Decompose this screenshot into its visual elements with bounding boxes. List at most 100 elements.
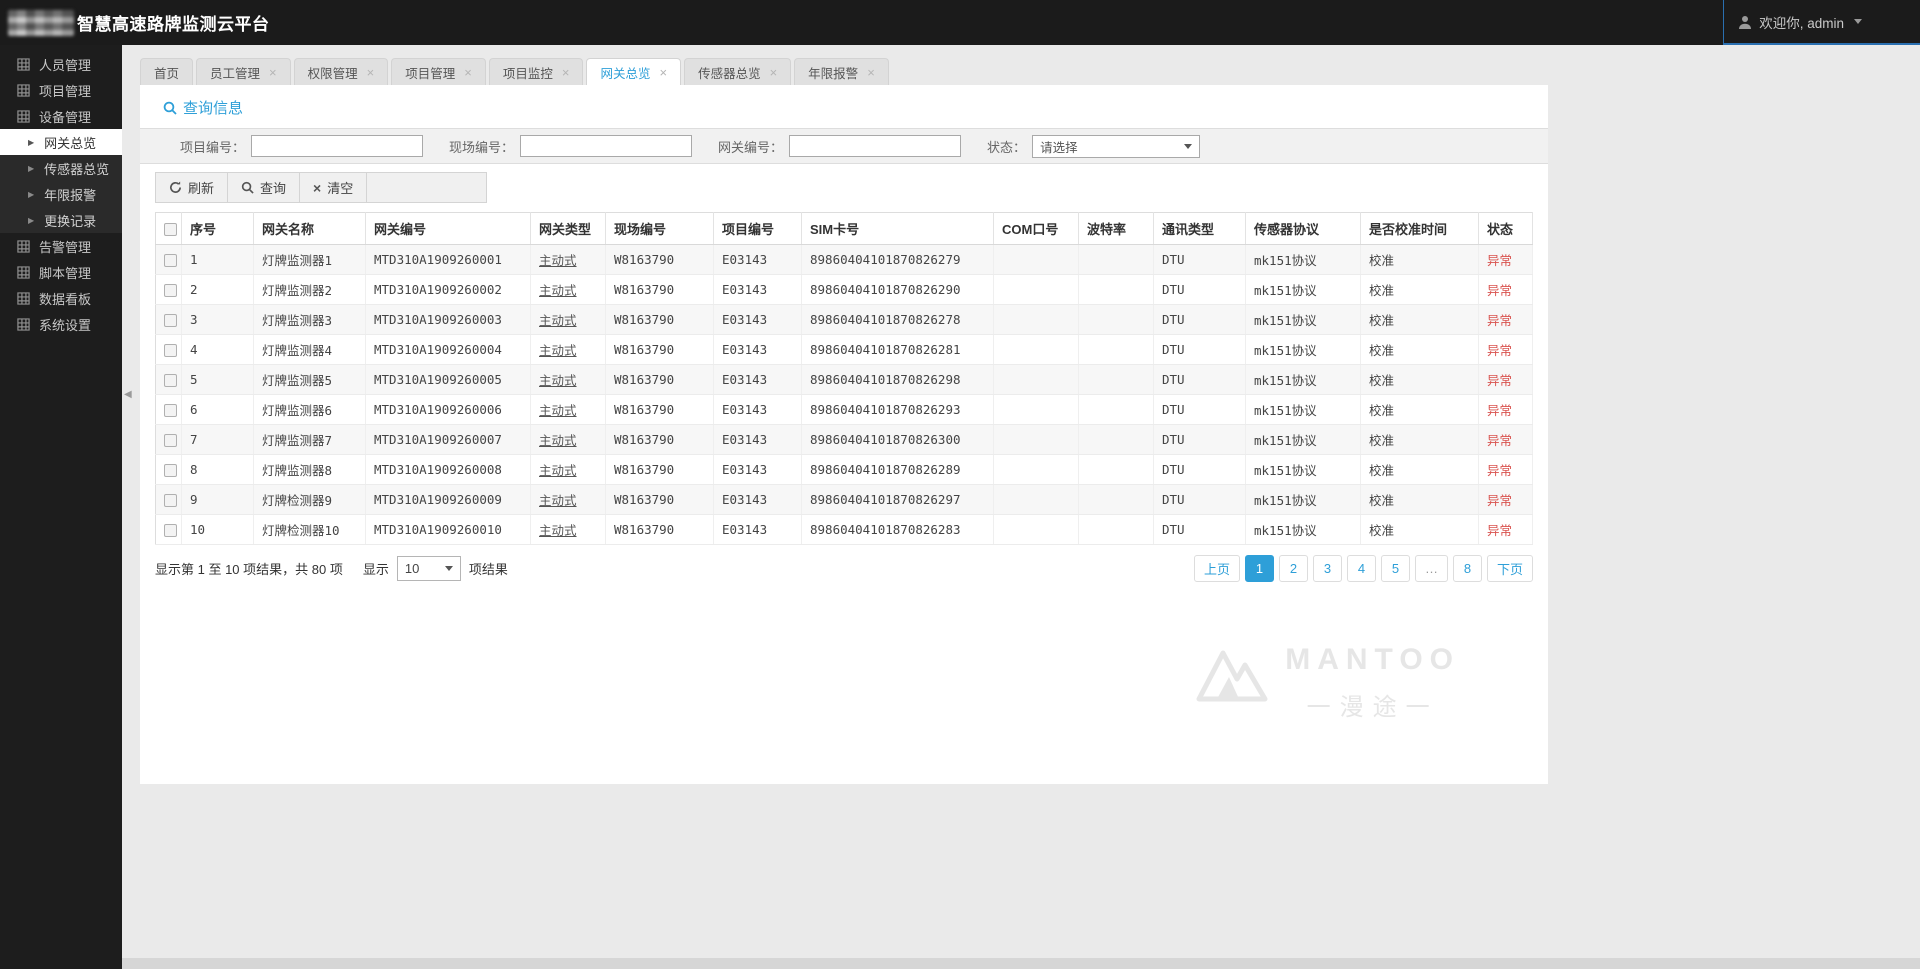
table-row: 6 灯牌监测器6 MTD310A1909260006 主动式 W8163790 E0314… bbox=[155, 394, 1533, 425]
redacted-logo bbox=[8, 9, 74, 36]
cell-site-no: W8163790 bbox=[605, 244, 714, 275]
cell-type[interactable]: 主动式 bbox=[530, 514, 606, 545]
close-icon[interactable]: × bbox=[867, 66, 875, 79]
close-icon[interactable]: × bbox=[770, 66, 778, 79]
row-checkbox[interactable] bbox=[164, 494, 177, 507]
row-checkbox[interactable] bbox=[164, 524, 177, 537]
cell-comm: DTU bbox=[1153, 334, 1246, 365]
cell-type[interactable]: 主动式 bbox=[530, 364, 606, 395]
tab-item[interactable]: 年限报警 × bbox=[794, 58, 889, 85]
row-checkbox[interactable] bbox=[164, 464, 177, 477]
page-size-prefix: 显示 bbox=[362, 562, 389, 577]
cell-type[interactable]: 主动式 bbox=[530, 424, 606, 455]
cell-gateway-no: MTD310A1909260008 bbox=[365, 454, 531, 485]
welcome-text: 欢迎你, admin bbox=[1759, 15, 1844, 31]
sidebar-item[interactable]: 脚本管理 bbox=[0, 259, 122, 285]
cell-type[interactable]: 主动式 bbox=[530, 244, 606, 275]
table-row: 2 灯牌监测器2 MTD310A1909260002 主动式 W8163790 E0314… bbox=[155, 274, 1533, 305]
search-button[interactable]: 查询 bbox=[228, 173, 301, 202]
mantoo-watermark: MANTOO 一漫途一 bbox=[1193, 643, 1460, 722]
row-checkbox[interactable] bbox=[164, 284, 177, 297]
row-checkbox-cell bbox=[155, 454, 182, 485]
row-checkbox[interactable] bbox=[164, 434, 177, 447]
cell-type[interactable]: 主动式 bbox=[530, 454, 606, 485]
page-button[interactable]: 2 bbox=[1278, 555, 1308, 582]
close-icon[interactable]: × bbox=[562, 66, 570, 79]
tab-active[interactable]: 网关总览 × bbox=[586, 58, 682, 85]
sidebar-collapse-handle[interactable]: ◀ bbox=[124, 389, 132, 400]
sidebar-item[interactable]: 项目管理 bbox=[0, 77, 122, 103]
page-button[interactable]: 3 bbox=[1312, 555, 1342, 582]
column-header: 网关类型 bbox=[530, 212, 606, 245]
cell-gateway-no: MTD310A1909260005 bbox=[365, 364, 531, 395]
cell-type[interactable]: 主动式 bbox=[530, 484, 606, 515]
sidebar-item[interactable]: 数据看板 bbox=[0, 285, 122, 311]
site-no-field: 现场编号： bbox=[449, 135, 693, 157]
cell-comm: DTU bbox=[1153, 244, 1246, 275]
tab-label: 网关总览 bbox=[600, 66, 651, 81]
close-icon[interactable]: × bbox=[367, 66, 375, 79]
prev-page-button[interactable]: 上页 bbox=[1193, 555, 1240, 582]
sidebar-subitem[interactable]: ▶ 年限报警 bbox=[0, 181, 122, 207]
sidebar-item[interactable]: 系统设置 bbox=[0, 311, 122, 337]
cell-com bbox=[993, 424, 1079, 455]
sidebar-item[interactable]: 设备管理 bbox=[0, 103, 122, 129]
row-checkbox-cell bbox=[155, 514, 182, 545]
sidebar-item-label: 告警管理 bbox=[39, 239, 92, 255]
page-button[interactable]: 5 bbox=[1380, 555, 1410, 582]
tab-item[interactable]: 员工管理 × bbox=[196, 58, 291, 85]
sidebar-subitem[interactable]: ▶ 传感器总览 bbox=[0, 155, 122, 181]
page-size-select[interactable]: 10 bbox=[396, 556, 461, 581]
cell-type[interactable]: 主动式 bbox=[530, 334, 606, 365]
cell-type[interactable]: 主动式 bbox=[530, 394, 606, 425]
page-button[interactable]: 1 bbox=[1244, 555, 1274, 582]
tab-item[interactable]: 项目管理 × bbox=[391, 58, 486, 85]
cell-baud bbox=[1078, 244, 1154, 275]
clear-button[interactable]: × 清空 bbox=[300, 173, 368, 202]
site-no-input[interactable] bbox=[520, 135, 693, 157]
tab-item[interactable]: 项目监控 × bbox=[488, 58, 584, 85]
cell-protocol: mk151协议 bbox=[1245, 304, 1361, 335]
grid-icon bbox=[17, 83, 30, 97]
sidebar-subitem[interactable]: ▶ 更换记录 bbox=[0, 207, 122, 233]
column-header: SIM卡号 bbox=[801, 212, 994, 245]
close-icon[interactable]: × bbox=[464, 66, 472, 79]
row-checkbox[interactable] bbox=[164, 254, 177, 267]
row-checkbox[interactable] bbox=[164, 404, 177, 417]
sidebar-item[interactable]: 人员管理 bbox=[0, 51, 122, 77]
tab-item[interactable]: 权限管理 × bbox=[293, 58, 389, 85]
close-icon[interactable]: × bbox=[269, 66, 277, 79]
sidebar-subitem[interactable]: ▶ 网关总览 bbox=[0, 129, 122, 155]
cell-sim: 89860404101870826289 bbox=[801, 454, 994, 485]
cell-type[interactable]: 主动式 bbox=[530, 304, 606, 335]
cell-gateway-no: MTD310A1909260007 bbox=[365, 424, 531, 455]
tab-bar: 首页 员工管理 × 权限管理 × 项目管理 × 项目监控 × 网关总览 × 传感器总览 × 年限报警 × bbox=[122, 45, 1920, 85]
gateway-no-input[interactable] bbox=[789, 135, 962, 157]
sidebar-item[interactable]: 告警管理 bbox=[0, 233, 122, 259]
tab-label: 传感器总览 bbox=[698, 66, 761, 81]
cell-type[interactable]: 主动式 bbox=[530, 274, 606, 305]
cell-com bbox=[993, 244, 1079, 275]
tab-item[interactable]: 传感器总览 × bbox=[684, 58, 792, 85]
project-no-input[interactable] bbox=[251, 135, 424, 157]
tab-item[interactable]: 首页 bbox=[140, 58, 194, 85]
refresh-button[interactable]: 刷新 bbox=[156, 173, 229, 202]
close-icon[interactable]: × bbox=[659, 66, 667, 79]
cell-site-no: W8163790 bbox=[605, 454, 714, 485]
row-checkbox[interactable] bbox=[164, 374, 177, 387]
cell-no: 8 bbox=[181, 454, 254, 485]
row-checkbox[interactable] bbox=[164, 314, 177, 327]
status-select-value: 请选择 bbox=[1040, 140, 1078, 155]
tab-label: 项目监控 bbox=[502, 66, 553, 81]
cell-project-no: E03143 bbox=[713, 424, 802, 455]
user-menu[interactable]: 欢迎你, admin bbox=[1723, 0, 1920, 45]
column-header: 通讯类型 bbox=[1153, 212, 1246, 245]
row-checkbox[interactable] bbox=[164, 344, 177, 357]
cell-baud bbox=[1078, 394, 1154, 425]
cell-gateway-no: MTD310A1909260003 bbox=[365, 304, 531, 335]
page-button[interactable]: 8 bbox=[1452, 555, 1482, 582]
next-page-button[interactable]: 下页 bbox=[1486, 555, 1533, 582]
select-all-checkbox[interactable] bbox=[164, 223, 177, 237]
status-select[interactable]: 请选择 bbox=[1032, 134, 1201, 158]
page-button[interactable]: 4 bbox=[1346, 555, 1376, 582]
